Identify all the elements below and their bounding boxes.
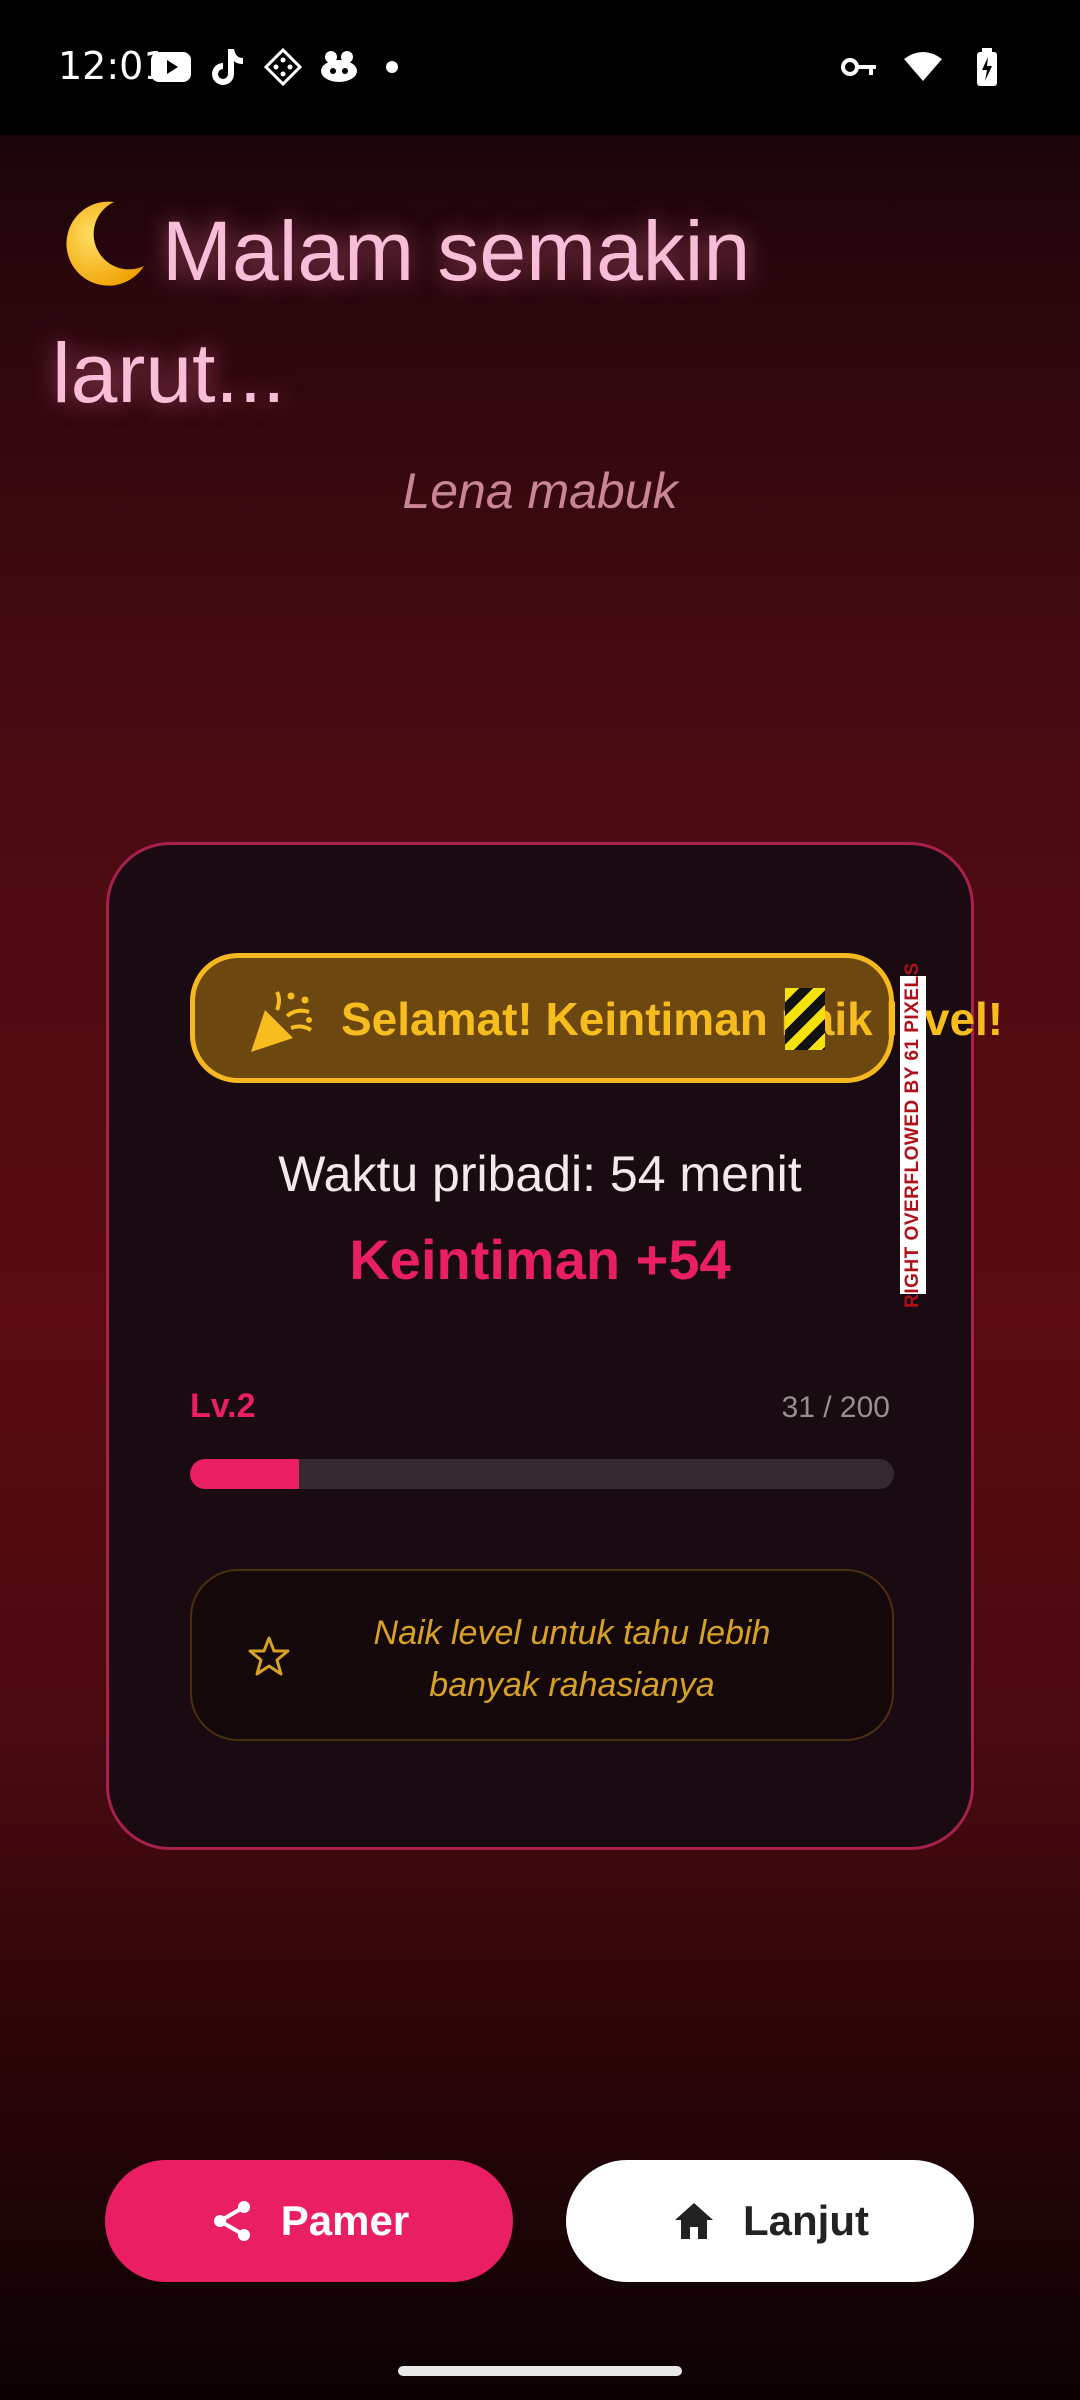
title-text: Malam semakin larut... bbox=[52, 204, 751, 420]
subtitle: Lena mabuk bbox=[402, 463, 678, 519]
share-button-label: Pamer bbox=[280, 2197, 410, 2244]
status-right-icons bbox=[838, 46, 1008, 88]
status-bar: 12:01 bbox=[0, 0, 1080, 135]
level-up-banner: Selamat! Keintiman naik level! RIGHT OVE… bbox=[190, 953, 1003, 1308]
youtube-icon bbox=[150, 46, 192, 88]
next-button[interactable]: Lanjut bbox=[566, 2160, 974, 2282]
home-icon bbox=[675, 2203, 713, 2239]
overflow-stripe bbox=[785, 988, 825, 1050]
star-outline-icon bbox=[248, 1635, 290, 1677]
level-progress-fill bbox=[190, 1459, 300, 1489]
wifi-icon bbox=[902, 46, 944, 88]
status-left-icons bbox=[150, 46, 398, 88]
private-time-text: Waktu pribadi: 54 menit bbox=[278, 1146, 802, 1202]
party-popper-icon bbox=[247, 986, 317, 1056]
intimacy-points-text: Keintiman +54 bbox=[349, 1228, 731, 1291]
home-indicator[interactable] bbox=[398, 2366, 682, 2376]
hint-box: Naik level untuk tahu lebih banyak rahas… bbox=[190, 1569, 894, 1741]
game-app-icon bbox=[318, 46, 360, 88]
level-progress-count: 31 / 200 bbox=[781, 1391, 890, 1424]
battery-charging-icon bbox=[966, 46, 1008, 88]
result-card: Selamat! Keintiman naik level! RIGHT OVE… bbox=[106, 842, 1003, 1850]
notification-dot-icon bbox=[386, 61, 398, 73]
page-title: Malam semakin larut... bbox=[52, 190, 952, 434]
level-progress-bar bbox=[190, 1459, 894, 1489]
moon-icon bbox=[52, 194, 152, 294]
vpn-key-icon bbox=[838, 46, 880, 88]
next-button-label: Lanjut bbox=[743, 2197, 869, 2244]
tiktok-icon bbox=[206, 46, 248, 88]
pattern-app-icon bbox=[262, 46, 304, 88]
hint-text: Naik level untuk tahu lebih banyak rahas… bbox=[373, 1614, 771, 1704]
share-button[interactable]: Pamer bbox=[105, 2160, 513, 2282]
share-icon bbox=[213, 2201, 250, 2241]
level-label: Lv.2 bbox=[190, 1387, 256, 1425]
